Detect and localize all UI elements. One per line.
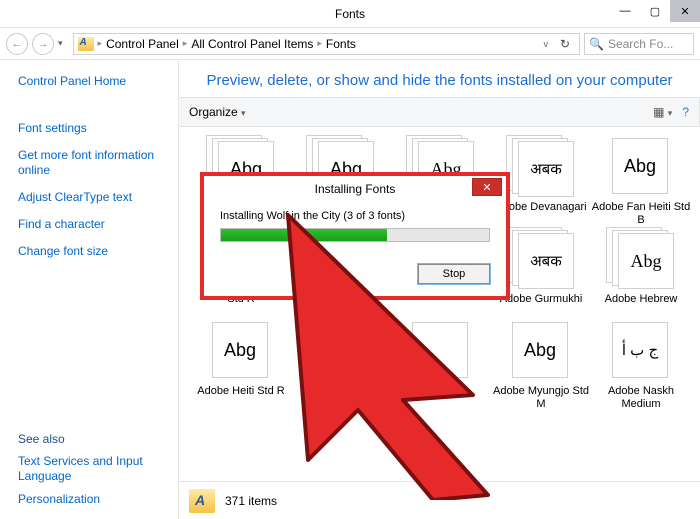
minimize-button[interactable]: — <box>610 0 640 22</box>
search-input[interactable]: 🔍 Search Fo... <box>584 33 694 55</box>
address-bar[interactable]: ▸ Control Panel ▸ All Control Panel Item… <box>73 33 580 55</box>
address-dropdown-button[interactable]: v <box>540 39 551 49</box>
font-tile[interactable]: Abg Adobe Hebrew <box>591 227 691 319</box>
see-also-heading: See also <box>18 432 170 446</box>
font-name: Adobe Ka <box>317 385 365 411</box>
font-name: Adobe Hebrew <box>605 293 678 319</box>
installing-fonts-dialog: Installing Fonts ✕ Installing Wolf in th… <box>200 172 510 300</box>
stop-button[interactable]: Stop <box>418 264 490 284</box>
window-title: Fonts <box>335 7 365 21</box>
font-tile[interactable]: Std M <box>391 319 491 411</box>
refresh-button[interactable]: ↻ <box>555 37 575 51</box>
toolbar: Organize ▾ ▦ ▾ ? <box>179 97 700 127</box>
folder-icon <box>189 489 215 513</box>
font-name: Adobe Myungjo Std M <box>491 385 591 411</box>
nav-forward-button[interactable]: → <box>32 33 54 55</box>
font-name: Std M <box>427 385 456 411</box>
breadcrumb-item[interactable]: All Control Panel Items <box>191 37 313 51</box>
item-count: 371 items <box>225 494 277 508</box>
font-name: Adobe Fan Heiti Std B <box>591 201 691 227</box>
recent-locations-button[interactable]: ▾ <box>58 38 63 49</box>
breadcrumb-item[interactable]: Control Panel <box>106 37 179 51</box>
chevron-right-icon: ▸ <box>183 38 188 49</box>
sidebar-link-personalization[interactable]: Personalization <box>18 492 170 507</box>
font-tile[interactable]: ﺝ ﺏ ﺃ Adobe Naskh Medium <box>591 319 691 411</box>
nav-back-button[interactable]: ← <box>6 33 28 55</box>
progress-bar <box>220 228 490 242</box>
page-heading: Preview, delete, or show and hide the fo… <box>179 60 700 97</box>
window-close-button[interactable]: ✕ <box>670 0 700 22</box>
dialog-message: Installing Wolf in the City (3 of 3 font… <box>220 210 490 222</box>
font-name: Adobe Gurmukhi <box>500 293 583 319</box>
font-tile[interactable]: Abg Adobe Fan Heiti Std B <box>591 135 691 227</box>
sidebar-link-font-settings[interactable]: Font settings <box>18 121 170 136</box>
sidebar-link-text-services[interactable]: Text Services and Input Language <box>18 454 170 484</box>
chevron-right-icon: ▸ <box>98 38 103 49</box>
font-name: Adobe Heiti Std R <box>197 385 284 411</box>
font-tile[interactable]: Abg Adobe Heiti Std R <box>191 319 291 411</box>
organize-menu[interactable]: Organize ▾ <box>189 105 246 119</box>
help-button[interactable]: ? <box>682 105 689 119</box>
sidebar-home-link[interactable]: Control Panel Home <box>18 74 170 89</box>
breadcrumb-item[interactable]: Fonts <box>326 37 356 51</box>
search-icon: 🔍 <box>589 37 604 51</box>
sidebar: Control Panel Home Font settings Get mor… <box>0 60 178 519</box>
font-name: Adobe Naskh Medium <box>591 385 691 411</box>
search-placeholder: Search Fo... <box>608 37 673 51</box>
folder-icon <box>78 37 94 51</box>
font-tile[interactable]: Abg Adobe Ka <box>291 319 391 411</box>
dialog-title: Installing Fonts <box>204 182 506 196</box>
view-options-button[interactable]: ▦ ▾ <box>653 105 672 119</box>
sidebar-link-font-size[interactable]: Change font size <box>18 244 170 259</box>
status-bar: 371 items <box>179 481 700 519</box>
sidebar-link-find-char[interactable]: Find a character <box>18 217 170 232</box>
progress-fill <box>221 229 387 241</box>
font-tile[interactable]: Abg Adobe Myungjo Std M <box>491 319 591 411</box>
maximize-button[interactable]: ▢ <box>640 0 670 22</box>
dialog-close-button[interactable]: ✕ <box>472 178 502 196</box>
sidebar-link-cleartype[interactable]: Adjust ClearType text <box>18 190 170 205</box>
sidebar-link-more-info[interactable]: Get more font information online <box>18 148 170 178</box>
chevron-right-icon: ▸ <box>317 38 322 49</box>
